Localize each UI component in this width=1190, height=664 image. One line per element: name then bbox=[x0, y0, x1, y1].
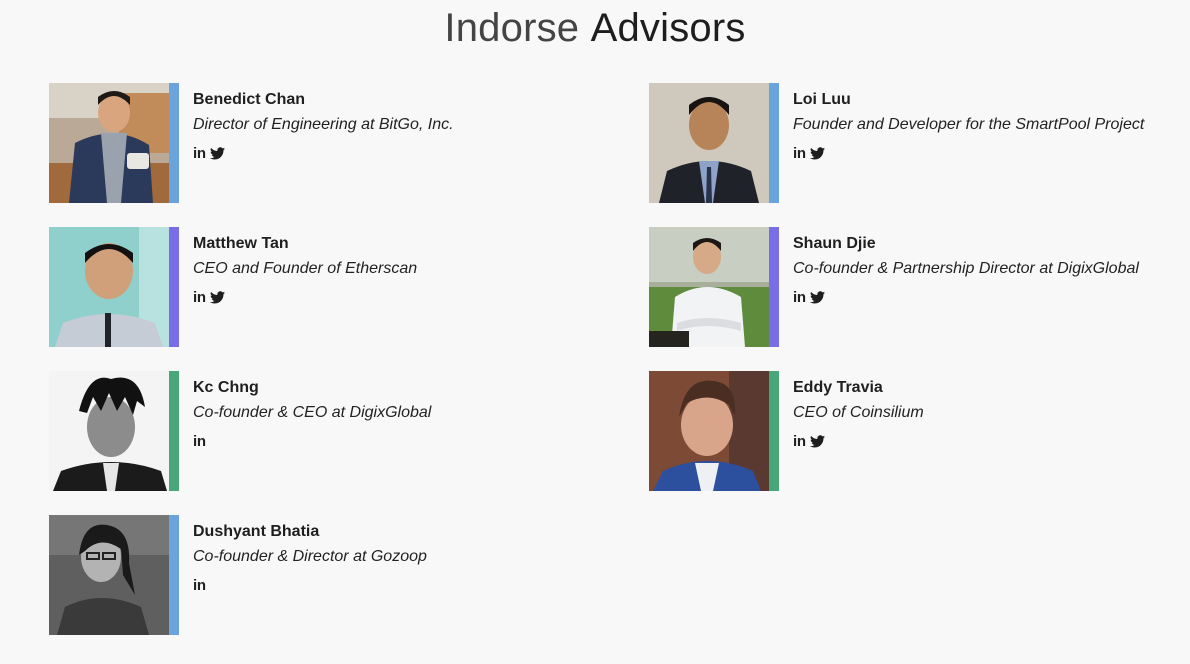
advisor-photo bbox=[649, 227, 769, 347]
social-links: in bbox=[793, 288, 825, 306]
twitter-icon[interactable] bbox=[809, 290, 825, 304]
advisor-name: Loi Luu bbox=[793, 91, 851, 108]
advisor-role: Founder and Developer for the SmartPool … bbox=[793, 116, 1145, 133]
social-links: in bbox=[793, 144, 825, 162]
accent-bar bbox=[769, 227, 779, 347]
accent-bar bbox=[769, 371, 779, 491]
twitter-icon[interactable] bbox=[209, 146, 225, 160]
social-links: in bbox=[193, 144, 225, 162]
advisor-card-matthew-tan: Matthew Tan CEO and Founder of Etherscan… bbox=[49, 227, 609, 347]
advisor-photo bbox=[49, 227, 169, 347]
title-bold: Advisors bbox=[590, 6, 746, 50]
accent-bar bbox=[169, 83, 179, 203]
title-light: Indorse bbox=[444, 6, 580, 50]
accent-bar bbox=[169, 371, 179, 491]
advisor-card-loi-luu: Loi Luu Founder and Developer for the Sm… bbox=[649, 83, 1190, 203]
accent-bar bbox=[769, 83, 779, 203]
advisor-card-dushyant-bhatia: Dushyant Bhatia Co-founder & Director at… bbox=[49, 515, 609, 635]
advisor-role: Co-founder & CEO at DigixGlobal bbox=[193, 404, 432, 421]
advisor-card-benedict-chan: Benedict Chan Director of Engineering at… bbox=[49, 83, 609, 203]
social-links: in bbox=[193, 432, 206, 450]
linkedin-icon[interactable]: in bbox=[193, 145, 206, 162]
advisor-name: Matthew Tan bbox=[193, 235, 289, 252]
linkedin-icon[interactable]: in bbox=[193, 289, 206, 306]
twitter-icon[interactable] bbox=[209, 290, 225, 304]
advisor-photo bbox=[649, 83, 769, 203]
advisor-photo bbox=[649, 371, 769, 491]
linkedin-icon[interactable]: in bbox=[793, 289, 806, 306]
advisor-name: Shaun Djie bbox=[793, 235, 876, 252]
advisor-name: Eddy Travia bbox=[793, 379, 883, 396]
social-links: in bbox=[793, 432, 825, 450]
linkedin-icon[interactable]: in bbox=[793, 145, 806, 162]
advisor-photo bbox=[49, 83, 169, 203]
linkedin-icon[interactable]: in bbox=[193, 433, 206, 450]
advisor-name: Kc Chng bbox=[193, 379, 259, 396]
advisor-role: CEO and Founder of Etherscan bbox=[193, 260, 418, 277]
linkedin-icon[interactable]: in bbox=[193, 577, 206, 594]
social-links: in bbox=[193, 288, 225, 306]
advisor-role: Director of Engineering at BitGo, Inc. bbox=[193, 116, 454, 133]
twitter-icon[interactable] bbox=[809, 146, 825, 160]
advisor-card-eddy-travia: Eddy Travia CEO of Coinsilium in bbox=[649, 371, 1190, 491]
advisor-card-shaun-djie: Shaun Djie Co-founder & Partnership Dire… bbox=[649, 227, 1190, 347]
advisor-card-kc-chng: Kc Chng Co-founder & CEO at DigixGlobal … bbox=[49, 371, 609, 491]
advisor-photo bbox=[49, 371, 169, 491]
page-title: Indorse Advisors bbox=[0, 6, 1190, 51]
linkedin-icon[interactable]: in bbox=[793, 433, 806, 450]
social-links: in bbox=[193, 576, 206, 594]
advisor-photo bbox=[49, 515, 169, 635]
accent-bar bbox=[169, 227, 179, 347]
advisor-role: Co-founder & Partnership Director at Dig… bbox=[793, 260, 1139, 277]
accent-bar bbox=[169, 515, 179, 635]
advisor-name: Benedict Chan bbox=[193, 91, 306, 108]
twitter-icon[interactable] bbox=[809, 434, 825, 448]
advisor-name: Dushyant Bhatia bbox=[193, 523, 320, 540]
advisor-role: CEO of Coinsilium bbox=[793, 404, 924, 421]
advisor-role: Co-founder & Director at Gozoop bbox=[193, 548, 427, 565]
